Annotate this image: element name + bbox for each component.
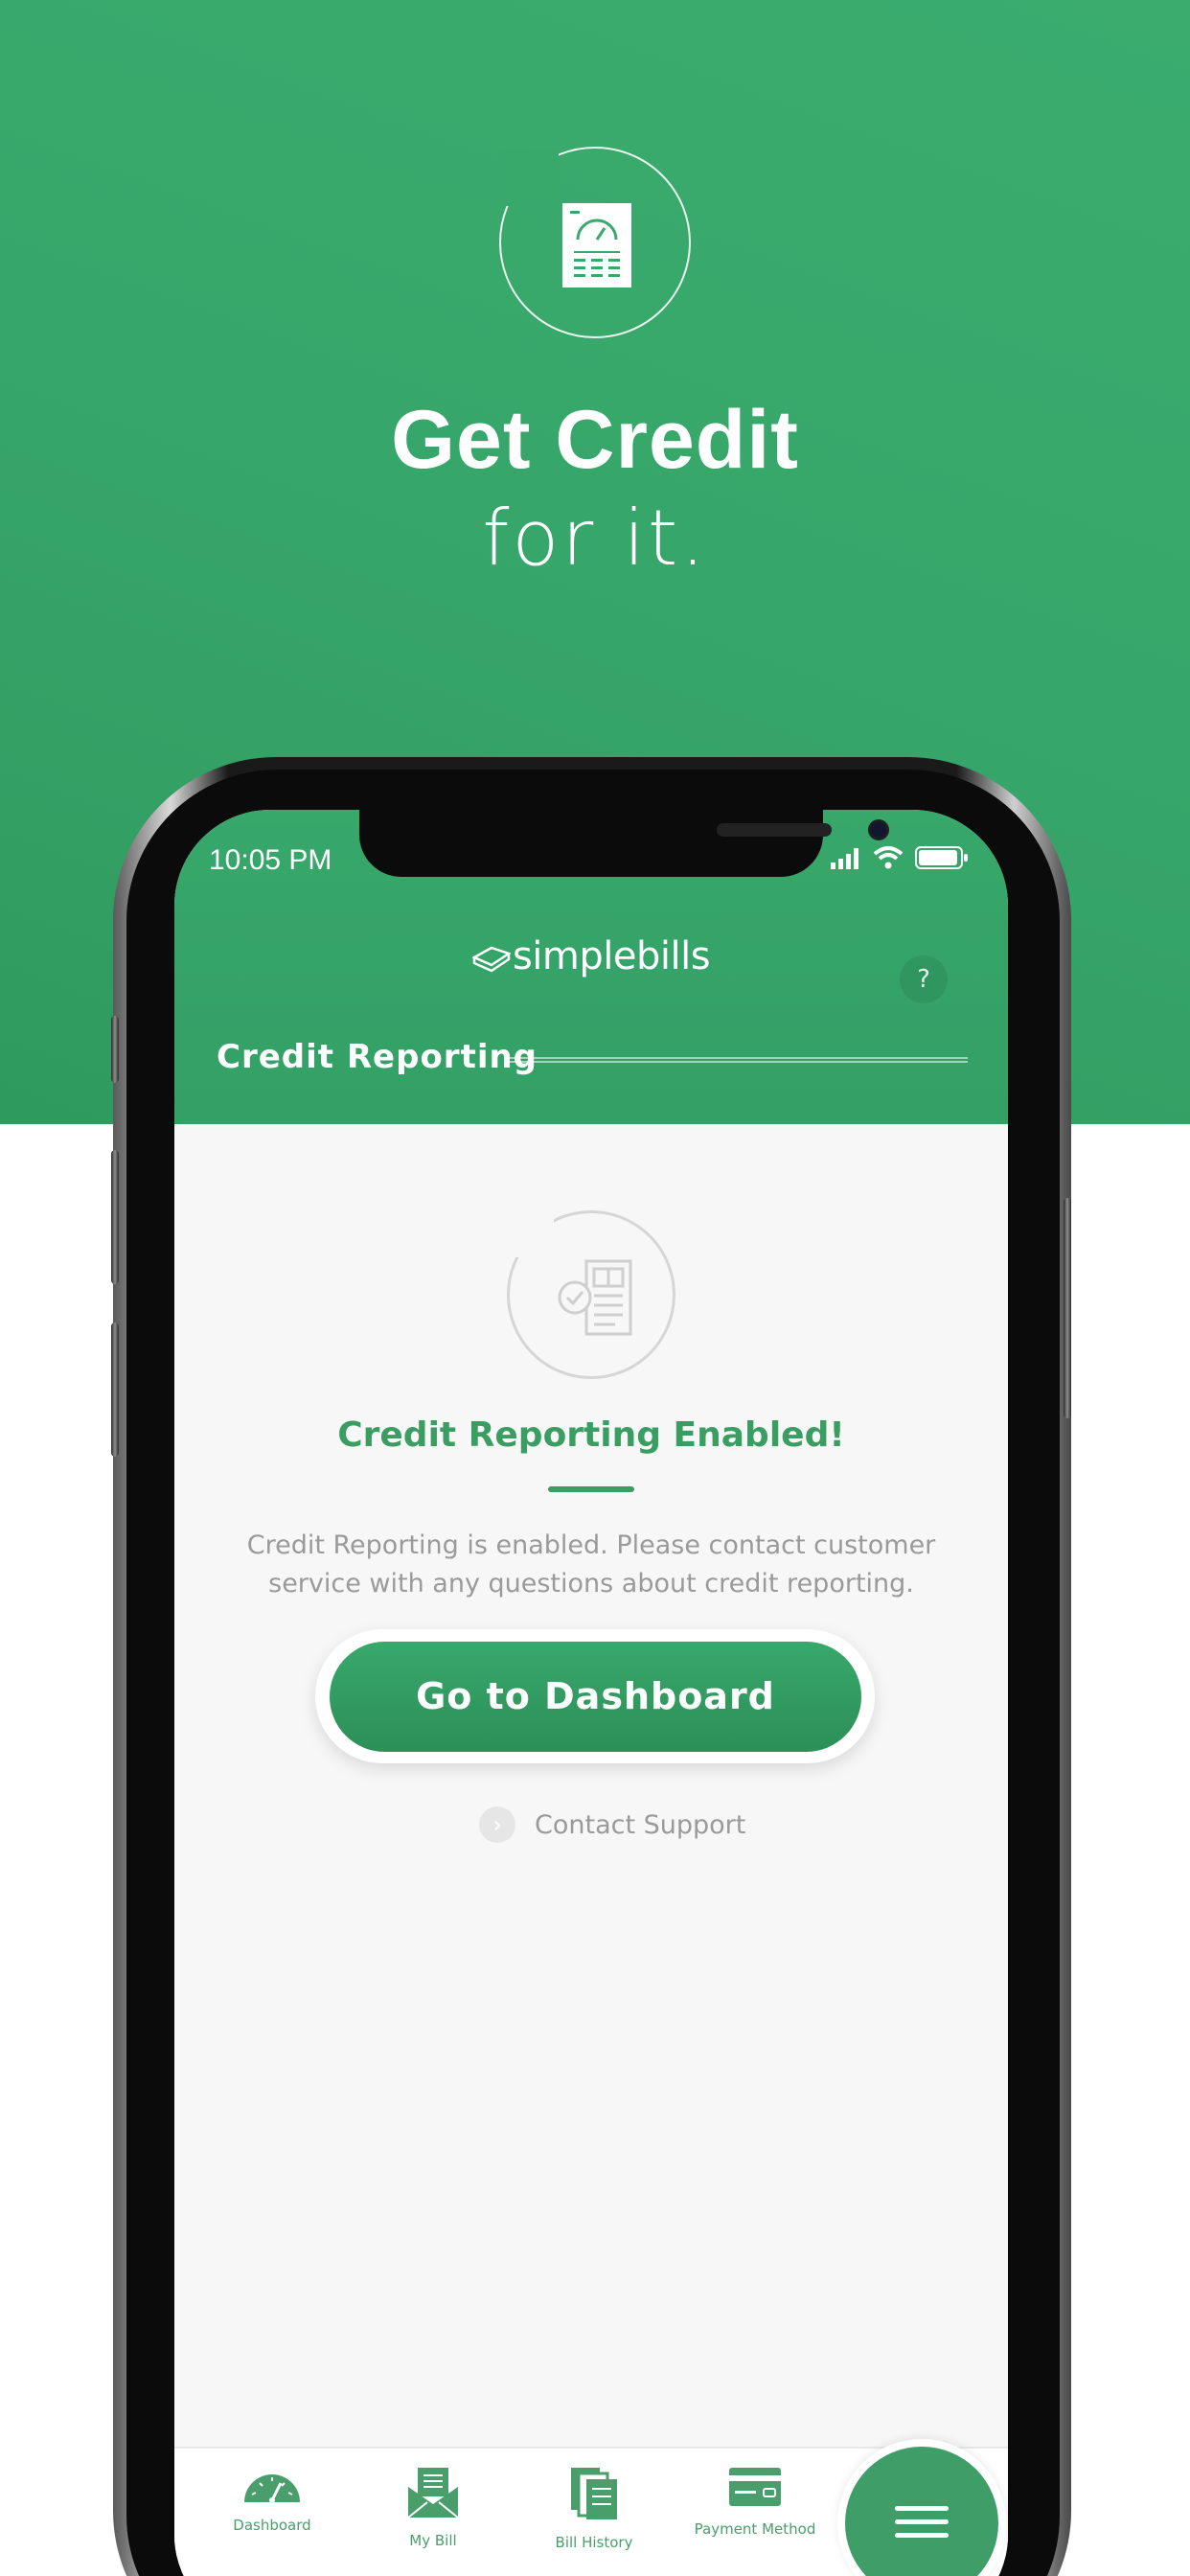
hamburger-menu-icon: [895, 2506, 949, 2511]
phone-power-button: [1064, 1198, 1071, 1418]
hamburger-menu-icon-line-2: [895, 2519, 949, 2524]
tab-label-my-bill: My Bill: [409, 2532, 457, 2549]
wifi-icon: [873, 846, 904, 869]
help-button[interactable]: ?: [900, 955, 948, 1003]
phone-volume-down: [111, 1322, 119, 1457]
status-time: 10:05 PM: [209, 844, 332, 876]
tab-bill-history[interactable]: Bill History: [513, 2466, 675, 2551]
tab-my-bill[interactable]: My Bill: [352, 2466, 515, 2549]
phone-side-button: [111, 1016, 119, 1083]
go-to-dashboard-button[interactable]: Go to Dashboard: [330, 1642, 861, 1752]
hero-subtitle: for it.: [482, 494, 708, 583]
hero-title: Get Credit: [391, 394, 799, 486]
status-icons: [831, 846, 969, 869]
hero-badge: [499, 147, 691, 338]
tab-payment-method[interactable]: Payment Method: [674, 2466, 836, 2538]
app-header: 10:05 PM simplebills ? Credit Reporting: [174, 810, 1008, 1124]
tab-dashboard[interactable]: Dashboard: [191, 2466, 354, 2534]
hamburger-menu-icon-line-3: [895, 2533, 949, 2538]
contact-support-label: Contact Support: [535, 1809, 746, 1840]
chevron-right-icon: ›: [479, 1806, 515, 1843]
phone-volume-up: [111, 1150, 119, 1284]
front-camera: [868, 819, 889, 840]
bill-stack-icon: [571, 2468, 617, 2519]
tab-label-bill-history: Bill History: [555, 2534, 633, 2551]
signal-icon: [831, 848, 858, 869]
tab-label-payment-method: Payment Method: [694, 2520, 816, 2538]
status-title: Credit Reporting Enabled!: [337, 1415, 845, 1455]
status-badge: [506, 1209, 675, 1379]
app-logo: simplebills: [174, 934, 1008, 978]
status-description: Credit Reporting is enabled. Please cont…: [246, 1530, 936, 1598]
credit-card-icon: [729, 2468, 781, 2506]
title-divider: [510, 1057, 968, 1063]
phone-screen: 10:05 PM simplebills ? Credit Reporting …: [174, 810, 1008, 2576]
page-title: Credit Reporting: [217, 1038, 538, 1076]
battery-icon: [915, 846, 968, 869]
tab-label-dashboard: Dashboard: [233, 2517, 311, 2534]
contact-support-link[interactable]: › Contact Support: [479, 1806, 745, 1843]
speaker-grille: [717, 823, 832, 837]
logo-text: simplebills: [512, 934, 711, 978]
phone-notch: [359, 810, 889, 877]
status-title-underline: [548, 1486, 634, 1492]
envelope-bill-icon: [407, 2468, 459, 2518]
credit-report-gauge-icon: [562, 203, 631, 288]
speedometer-icon: [244, 2474, 300, 2503]
simplebills-logo-icon: [471, 946, 512, 973]
credit-report-check-icon: [558, 1259, 632, 1336]
